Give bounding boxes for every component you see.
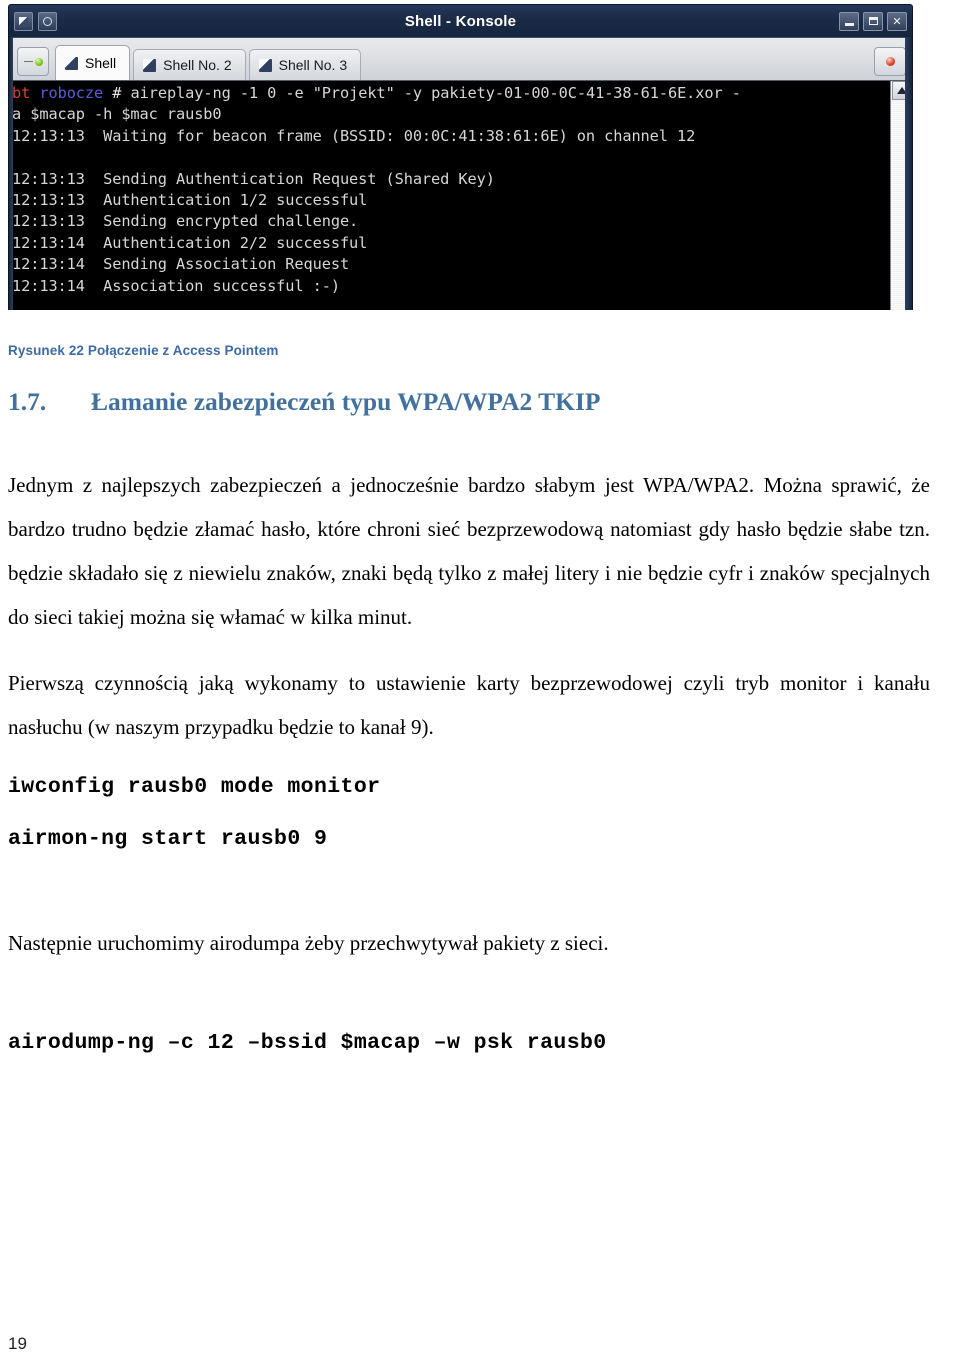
arrow-icon bbox=[23, 60, 33, 63]
new-session-button[interactable] bbox=[17, 47, 49, 76]
tab-label: Shell bbox=[85, 55, 117, 71]
prompt-dir: robocze bbox=[39, 84, 104, 102]
terminal-output[interactable]: bt robocze # aireplay-ng -1 0 -e "Projek… bbox=[9, 81, 890, 310]
red-led-icon bbox=[885, 57, 895, 66]
command-airmon-ng: airmon-ng start rausb0 9 bbox=[8, 827, 328, 851]
terminal-output-line: 12:13:14 Sending Association Request bbox=[12, 255, 350, 274]
terminal-command-line-2: a $macap -h $mac rausb0 bbox=[12, 105, 222, 124]
section-heading: 1.7. Łamanie zabezpieczeń typu WPA/WPA2 … bbox=[8, 387, 928, 417]
terminal-output-line: 12:13:14 Association successful :-) bbox=[12, 276, 340, 295]
tab-shell[interactable]: Shell bbox=[55, 45, 131, 80]
shell-icon[interactable] bbox=[14, 11, 33, 31]
prompt-host: bt bbox=[12, 84, 31, 102]
page-number: 19 bbox=[8, 1334, 27, 1353]
terminal-icon bbox=[258, 58, 272, 72]
terminal-area: bt robocze # aireplay-ng -1 0 -e "Projek… bbox=[9, 80, 912, 310]
window-frame-right bbox=[905, 37, 912, 310]
command-iwconfig: iwconfig rausb0 mode monitor bbox=[8, 775, 381, 799]
command-airodump-ng: airodump-ng –c 12 –bssid $macap –w psk r… bbox=[8, 1031, 607, 1055]
terminal-icon bbox=[143, 58, 157, 72]
window-frame-left bbox=[9, 37, 13, 310]
terminal-output-line: 12:13:13 Authentication 1/2 successful bbox=[12, 191, 368, 210]
paragraph-monitor-mode: Pierwszą czynnością jaką wykonamy to ust… bbox=[8, 671, 930, 739]
tab-shell-no-2[interactable]: Shell No. 2 bbox=[133, 49, 246, 80]
figure-caption: Rysunek 22 Połączenie z Access Pointem bbox=[8, 343, 279, 358]
window-controls: ✕ bbox=[839, 11, 907, 31]
paragraph-intro: Jednym z najlepszych zabezpieczeń a jedn… bbox=[8, 473, 930, 629]
close-session-button[interactable] bbox=[874, 47, 906, 76]
terminal-icon bbox=[65, 56, 78, 70]
konsole-screenshot-figure: Shell - Konsole ✕ Shell Shell No. 2 Shel… bbox=[8, 4, 913, 310]
terminal-output-line: 12:13:13 Sending encrypted challenge. bbox=[12, 212, 359, 231]
minimize-button[interactable] bbox=[839, 11, 859, 31]
eye-icon[interactable] bbox=[38, 11, 57, 31]
konsole-window: Shell - Konsole ✕ Shell Shell No. 2 Shel… bbox=[8, 4, 913, 310]
tab-shell-no-3[interactable]: Shell No. 3 bbox=[248, 49, 362, 80]
close-button[interactable]: ✕ bbox=[887, 11, 907, 31]
konsole-tab-bar: Shell Shell No. 2 Shell No. 3 bbox=[9, 37, 912, 80]
terminal-output-line: 12:13:13 Sending Authentication Request … bbox=[12, 169, 495, 188]
paragraph-airodump: Następnie uruchomimy airodumpa żeby prze… bbox=[8, 931, 609, 955]
window-title: Shell - Konsole bbox=[404, 12, 517, 30]
terminal-output-line: 12:13:14 Authentication 2/2 successful bbox=[12, 233, 368, 252]
title-bar-icon-group bbox=[14, 11, 57, 31]
section-number: 1.7. bbox=[8, 387, 47, 416]
green-led-icon bbox=[34, 57, 43, 66]
terminal-output-line: 12:13:13 Waiting for beacon frame (BSSID… bbox=[12, 126, 696, 145]
section-title: Łamanie zabezpieczeń typu WPA/WPA2 TKIP bbox=[91, 387, 601, 416]
tab-label: Shell No. 2 bbox=[163, 57, 232, 73]
tab-label: Shell No. 3 bbox=[278, 57, 348, 73]
terminal-command-line-1: aireplay-ng -1 0 -e "Projekt" -y pakiety… bbox=[121, 84, 741, 102]
konsole-title-bar[interactable]: Shell - Konsole ✕ bbox=[9, 5, 912, 37]
maximize-button[interactable] bbox=[863, 11, 883, 31]
